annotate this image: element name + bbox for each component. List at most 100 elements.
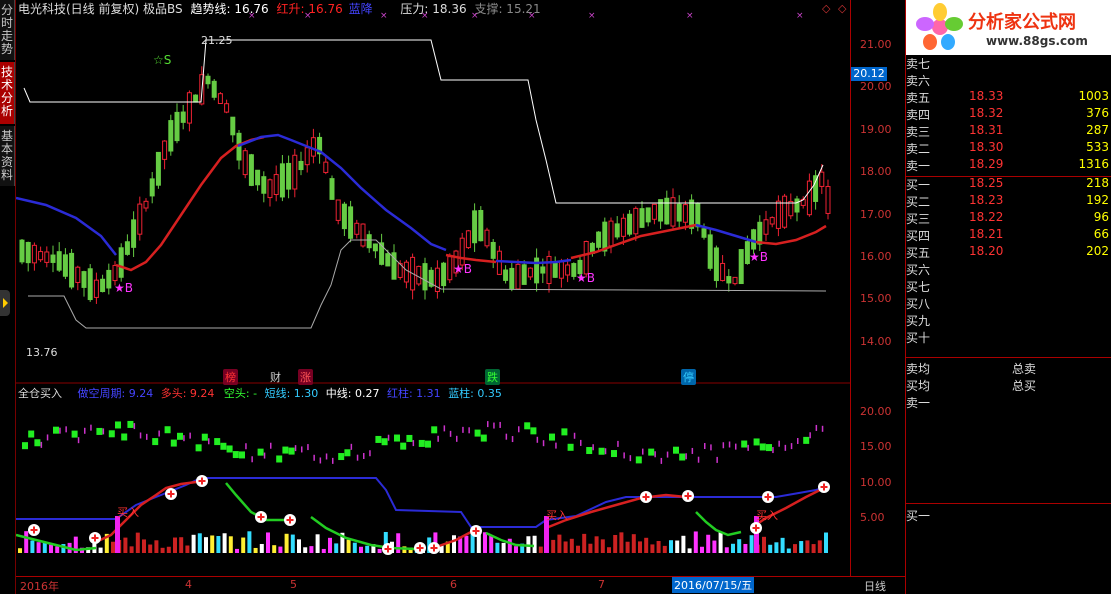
ob-price: 18.32 [969,106,1004,120]
price-tick: 17.00 [860,208,892,221]
bid-row[interactable]: 买四 18.21 66 [906,227,1111,244]
ob-price: 18.25 [969,176,1004,190]
svg-text:×: × [686,11,694,21]
bid-row[interactable]: 买十 [906,329,1111,346]
ob-level: 买六 [906,263,931,277]
price-tick: 19.00 [860,123,892,136]
svg-text:×: × [304,11,312,21]
bear-period: 做空周期: 9.24 [77,387,154,400]
buy-label-3: 买入 [756,509,778,522]
sub-tick: 10.00 [860,476,892,489]
price-tick: 20.00 [860,80,892,93]
buy-signal-3: ★B [576,271,595,285]
sub-tick: 20.00 [860,405,892,418]
ask-row[interactable]: 卖五 18.33 1003 [906,89,1111,106]
bull-value: 多头: 9.24 [160,387,215,400]
x-cursor-date: 2016/07/15/五 [672,577,755,593]
sub-header: 全仓买入 做空周期: 9.24 多头: 9.24 空头: - 短线: 1.30 … [18,385,502,401]
ob-level: 买五 [906,246,931,260]
svg-text:×: × [421,11,429,21]
chart-canvas[interactable]: 21.25 13.76 ☆S ★B ★B ★B ★B × × × × × × × × × 买… [16,0,850,594]
event-label-3[interactable]: 涨 [298,369,313,385]
sub-line-red [95,478,207,544]
event-label-4[interactable]: 跌 [485,369,500,385]
svg-text:×: × [796,11,804,21]
bid-row[interactable]: 买七 [906,278,1111,295]
trend-line-blue-3 [495,258,572,265]
ob-level: 买二 [906,195,931,209]
orderbook-divider-2 [906,357,1111,358]
ob-price: 18.20 [969,244,1004,258]
bid-row[interactable]: 买二 18.23 192 [906,193,1111,210]
x-tick: 6 [450,578,457,591]
bid-row[interactable]: 买五 18.20 202 [906,244,1111,261]
bid-row[interactable]: 买九 [906,312,1111,329]
ask-row[interactable]: 卖七 [906,55,1111,72]
ob-level: 卖六 [906,74,931,88]
event-label-1[interactable]: 榜 [223,369,238,385]
ob-level: 买八 [906,297,931,311]
red-bar-value: 红柱: 1.31 [386,387,441,400]
bid-row[interactable]: 买八 [906,295,1111,312]
sub-axis: 20.00 15.00 10.00 5.00 [850,383,906,576]
ob-price: 18.21 [969,227,1004,241]
ob-volume: 96 [1093,210,1109,224]
ask-row[interactable]: 卖三 18.31 287 [906,123,1111,140]
extra-sell-row: 卖一 [906,396,931,410]
current-price-box: 20.12 [851,67,887,81]
svg-text:×: × [380,11,388,21]
svg-text:×: × [471,11,479,21]
extra-buy-row: 买一 [906,509,931,523]
ob-volume: 218 [1086,176,1109,190]
mid-line-value: 中线: 0.27 [325,387,380,400]
buy-signal-1: ★B [114,281,133,295]
blue-bar-value: 蓝柱: 0.35 [448,387,502,400]
ob-price: 18.33 [969,89,1004,103]
ob-volume: 376 [1086,106,1109,120]
collapse-arrow-icon[interactable] [0,290,10,316]
ask-row[interactable]: 卖一 18.29 1316 [906,157,1111,174]
avg-sell-row: 卖均 总卖 [906,362,1037,376]
short-line-value: 短线: 1.30 [264,387,319,400]
ob-level: 买四 [906,229,931,243]
ob-level: 买一 [906,178,931,192]
ob-price: 18.31 [969,123,1004,137]
bear-value: 空头: - [223,387,258,400]
top-markers: × × × × × × × × × [248,11,804,21]
price-tick: 14.00 [860,335,892,348]
event-label-2[interactable]: 财 [268,369,283,385]
ob-price: 18.30 [969,140,1004,154]
event-label-5[interactable]: 停 [681,369,696,385]
bid-row[interactable]: 买六 [906,261,1111,278]
ob-level: 买三 [906,212,931,226]
svg-text:×: × [588,11,596,21]
high-annotation: 21.25 [201,34,233,47]
sub-line-green-5 [695,511,742,537]
logo: 分析家公式网 www.88gs.com [906,0,1111,55]
ob-level: 卖三 [906,125,931,139]
ob-price: 18.23 [969,193,1004,207]
sub-tick: 5.00 [860,511,885,524]
tab-intraday[interactable]: 分时走势 [0,0,15,60]
tab-technical-analysis[interactable]: 技术分析 [0,62,15,124]
period-button[interactable]: 日线 [864,578,886,594]
ask-row[interactable]: 卖二 18.30 533 [906,140,1111,157]
bid-row[interactable]: 买三 18.22 96 [906,210,1111,227]
price-tick: 18.00 [860,165,892,178]
pressure-line [23,39,824,204]
buy-label-1: 买入 [117,506,139,519]
price-tick: 21.00 [860,38,892,51]
ob-volume: 66 [1093,227,1109,241]
tab-fundamentals[interactable]: 基本资料 [0,126,15,186]
ob-price: 18.22 [969,210,1004,224]
logo-title: 分析家公式网 [968,12,1076,33]
ob-level: 卖二 [906,142,931,156]
ask-row[interactable]: 卖六 [906,72,1111,89]
ob-volume: 287 [1086,123,1109,137]
buy-signal-2: ★B [453,262,472,276]
ob-level: 买十 [906,331,931,345]
bid-row[interactable]: 买一 18.25 218 [906,176,1111,193]
ask-row[interactable]: 卖四 18.32 376 [906,106,1111,123]
svg-text:×: × [528,11,536,21]
price-axis: 21.00 20.00 19.00 18.00 17.00 16.00 15.0… [850,0,906,383]
